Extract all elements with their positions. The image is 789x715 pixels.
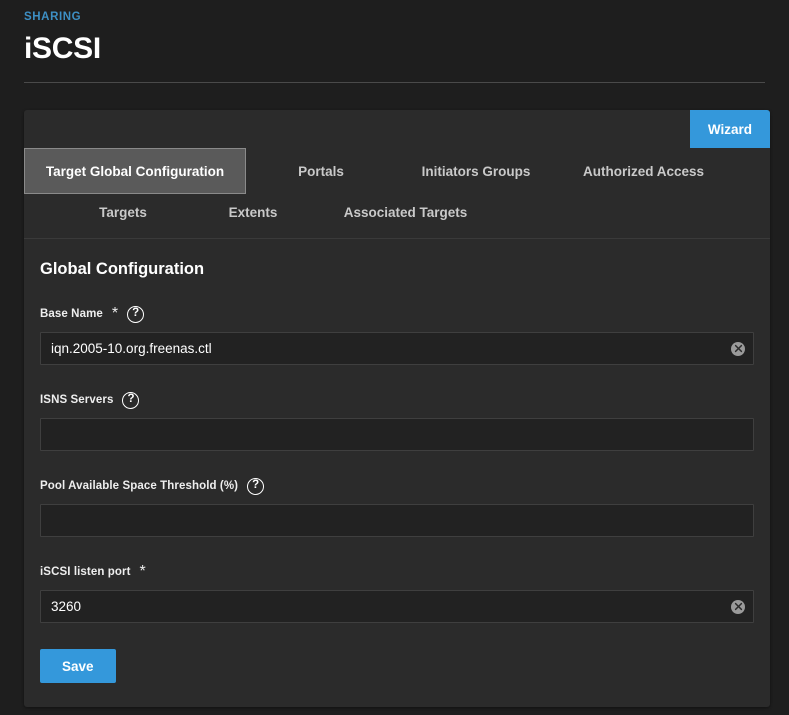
field-label-row: Pool Available Space Threshold (%) ? [40,477,754,495]
input-wrap-pool-available-space-threshold [40,504,754,537]
tab-target-global-configuration[interactable]: Target Global Configuration [24,148,246,194]
section-title: Global Configuration [40,260,205,278]
field-label-iscsi-listen-port: iSCSI listen port [40,566,131,578]
field-isns-servers: ISNS Servers ? [40,391,754,451]
input-wrap-base-name [40,332,754,365]
tab-row-primary: Target Global Configuration Portals Init… [24,148,770,194]
clear-icon[interactable] [731,599,745,614]
tab-extents[interactable]: Extents [188,194,318,230]
tab-targets[interactable]: Targets [58,194,188,230]
tab-portals[interactable]: Portals [246,148,396,194]
field-label-row: ISNS Servers ? [40,391,754,409]
tabs-container: Target Global Configuration Portals Init… [24,148,770,239]
input-wrap-iscsi-listen-port [40,590,754,623]
pool-available-space-threshold-input[interactable] [40,504,754,537]
save-button[interactable]: Save [40,649,116,683]
iscsi-card: Wizard Target Global Configuration Porta… [24,110,770,707]
clear-icon[interactable] [731,341,745,356]
field-pool-available-space-threshold: Pool Available Space Threshold (%) ? [40,477,754,537]
help-icon[interactable]: ? [122,391,140,409]
breadcrumb: SHARING [24,11,82,23]
field-iscsi-listen-port: iSCSI listen port * [40,563,754,623]
tab-row-secondary: Targets Extents Associated Targets [24,194,770,230]
required-marker: * [111,305,119,322]
field-label-pool-available-space-threshold: Pool Available Space Threshold (%) [40,480,239,492]
help-icon[interactable]: ? [127,305,145,323]
tab-associated-targets[interactable]: Associated Targets [318,194,493,230]
tab-initiators-groups[interactable]: Initiators Groups [396,148,556,194]
page-header: SHARING iSCSI [0,0,789,68]
input-wrap-isns-servers [40,418,754,451]
iscsi-page: SHARING iSCSI Wizard Target Global Confi… [0,0,789,715]
field-label-base-name: Base Name [40,308,103,320]
isns-servers-input[interactable] [40,418,754,451]
page-title: iSCSI [24,32,101,65]
base-name-input[interactable] [40,332,754,365]
wizard-button[interactable]: Wizard [689,110,770,148]
tab-authorized-access[interactable]: Authorized Access [556,148,731,194]
iscsi-listen-port-input[interactable] [40,590,754,623]
field-label-isns-servers: ISNS Servers [40,394,114,406]
field-base-name: Base Name * ? [40,305,754,365]
required-marker: * [139,563,146,580]
help-icon[interactable]: ? [247,477,265,495]
card-topbar: Wizard [24,110,770,148]
field-label-row: iSCSI listen port * [40,563,754,581]
header-divider [24,82,765,83]
global-configuration-form: Global Configuration Base Name * ? iqn.2… [24,239,770,707]
field-label-row: Base Name * ? [40,305,754,323]
